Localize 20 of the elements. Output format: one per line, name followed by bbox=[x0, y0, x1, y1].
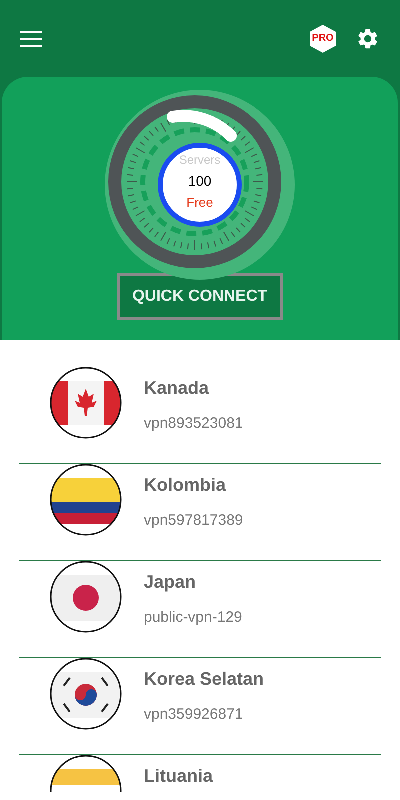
server-count: 100 bbox=[188, 174, 212, 188]
pro-label: PRO bbox=[312, 32, 334, 46]
flag-icon bbox=[50, 367, 122, 439]
flag-icon bbox=[50, 561, 122, 633]
server-host: vpn359926871 bbox=[144, 705, 244, 725]
country-name[interactable]: Korea Selatan bbox=[144, 668, 264, 690]
plan-label: Free bbox=[186, 196, 214, 208]
country-name[interactable]: Kolombia bbox=[144, 474, 244, 496]
menu-icon[interactable] bbox=[20, 30, 42, 48]
country-name[interactable]: Kanada bbox=[144, 377, 244, 399]
server-host: vpn597817389 bbox=[144, 511, 244, 531]
flag-icon bbox=[50, 464, 122, 536]
country-name[interactable]: Lituania bbox=[144, 765, 214, 787]
server-host: public-vpn-129 bbox=[144, 608, 242, 628]
country-name[interactable]: Japan bbox=[144, 571, 242, 593]
flag-icon bbox=[50, 658, 122, 730]
quick-connect-button[interactable]: QUICK CONNECT bbox=[117, 273, 283, 320]
server-host: vpn893523081 bbox=[144, 414, 244, 434]
settings-icon[interactable] bbox=[356, 26, 380, 50]
pro-badge[interactable] bbox=[310, 24, 336, 52]
